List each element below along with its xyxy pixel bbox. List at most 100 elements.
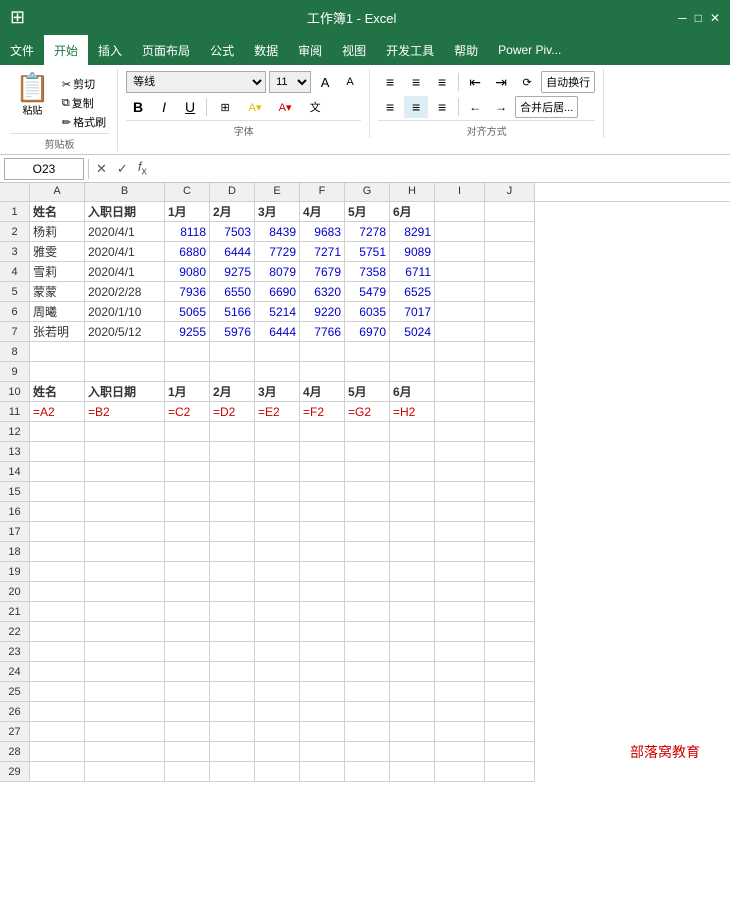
row-header[interactable]: 12 xyxy=(0,422,30,442)
col-header-b[interactable]: B xyxy=(85,183,165,201)
cell[interactable] xyxy=(210,762,255,782)
cell[interactable] xyxy=(165,342,210,362)
cell[interactable] xyxy=(390,642,435,662)
cell[interactable]: 6525 xyxy=(390,282,435,302)
cell[interactable] xyxy=(300,482,345,502)
cell[interactable]: 6444 xyxy=(255,322,300,342)
cell[interactable] xyxy=(210,482,255,502)
cell[interactable] xyxy=(485,262,535,282)
row-header[interactable]: 6 xyxy=(0,302,30,322)
cell[interactable]: 7729 xyxy=(255,242,300,262)
cell[interactable]: 5月 xyxy=(345,382,390,402)
col-header-i[interactable]: I xyxy=(435,183,485,201)
cell[interactable]: 2020/1/10 xyxy=(85,302,165,322)
cell[interactable] xyxy=(85,682,165,702)
cell[interactable] xyxy=(165,522,210,542)
formula-input[interactable] xyxy=(154,158,726,180)
row-header[interactable]: 14 xyxy=(0,462,30,482)
cell[interactable] xyxy=(300,542,345,562)
cell[interactable] xyxy=(345,642,390,662)
cell[interactable] xyxy=(255,622,300,642)
cjk-button[interactable]: 文 xyxy=(301,96,329,118)
col-header-j[interactable]: J xyxy=(485,183,535,201)
row-header[interactable]: 21 xyxy=(0,602,30,622)
cell[interactable] xyxy=(300,762,345,782)
cell[interactable] xyxy=(345,702,390,722)
col-header-h[interactable]: H xyxy=(390,183,435,201)
cell[interactable] xyxy=(85,582,165,602)
cell[interactable] xyxy=(435,342,485,362)
cell[interactable] xyxy=(300,642,345,662)
col-header-g[interactable]: G xyxy=(345,183,390,201)
align-middle-button[interactable]: ≡ xyxy=(404,71,428,93)
cell[interactable] xyxy=(85,362,165,382)
cell[interactable]: 2020/4/1 xyxy=(85,242,165,262)
cell[interactable]: =G2 xyxy=(345,402,390,422)
cell[interactable] xyxy=(255,582,300,602)
cell[interactable] xyxy=(485,362,535,382)
cell[interactable] xyxy=(435,442,485,462)
menu-item-home[interactable]: 开始 xyxy=(44,35,88,65)
cell[interactable] xyxy=(485,202,535,222)
cell[interactable]: 5166 xyxy=(210,302,255,322)
cell[interactable] xyxy=(485,762,535,782)
indent-increase-button[interactable]: ⇥ xyxy=(489,71,513,93)
cell[interactable] xyxy=(345,602,390,622)
cell[interactable]: 6550 xyxy=(210,282,255,302)
cell[interactable]: 5751 xyxy=(345,242,390,262)
cell[interactable] xyxy=(85,422,165,442)
cell[interactable]: 6711 xyxy=(390,262,435,282)
cell[interactable] xyxy=(485,282,535,302)
cell[interactable] xyxy=(390,362,435,382)
cell[interactable]: =E2 xyxy=(255,402,300,422)
cell[interactable] xyxy=(255,442,300,462)
cell[interactable] xyxy=(485,542,535,562)
cell[interactable] xyxy=(485,682,535,702)
cell[interactable] xyxy=(485,402,535,422)
cell[interactable]: 8118 xyxy=(165,222,210,242)
cell[interactable] xyxy=(300,502,345,522)
cell[interactable] xyxy=(300,582,345,602)
cell[interactable]: 4月 xyxy=(300,202,345,222)
cell[interactable] xyxy=(435,622,485,642)
cell[interactable] xyxy=(255,542,300,562)
cell[interactable] xyxy=(30,762,85,782)
cell[interactable] xyxy=(345,742,390,762)
cell[interactable] xyxy=(30,362,85,382)
row-header[interactable]: 13 xyxy=(0,442,30,462)
cell[interactable] xyxy=(210,622,255,642)
cell[interactable] xyxy=(30,522,85,542)
paste-button[interactable]: 📋 粘贴 xyxy=(10,71,55,120)
cell[interactable] xyxy=(210,722,255,742)
cell[interactable]: 周曦 xyxy=(30,302,85,322)
cell[interactable] xyxy=(435,682,485,702)
cell[interactable]: 8439 xyxy=(255,222,300,242)
row-header[interactable]: 7 xyxy=(0,322,30,342)
cell[interactable] xyxy=(255,462,300,482)
cell[interactable]: 6320 xyxy=(300,282,345,302)
col-header-d[interactable]: D xyxy=(210,183,255,201)
cell[interactable] xyxy=(255,422,300,442)
cell[interactable] xyxy=(255,362,300,382)
cell[interactable] xyxy=(255,562,300,582)
cell[interactable] xyxy=(485,722,535,742)
row-header[interactable]: 16 xyxy=(0,502,30,522)
cell[interactable] xyxy=(390,582,435,602)
cell[interactable] xyxy=(485,502,535,522)
cell[interactable]: 7679 xyxy=(300,262,345,282)
cell[interactable] xyxy=(85,742,165,762)
cell[interactable] xyxy=(255,482,300,502)
cell[interactable] xyxy=(345,442,390,462)
cell[interactable] xyxy=(485,582,535,602)
cell[interactable] xyxy=(485,562,535,582)
cell[interactable] xyxy=(390,662,435,682)
cell[interactable] xyxy=(390,762,435,782)
cell[interactable] xyxy=(30,542,85,562)
insert-function-icon[interactable]: fx xyxy=(135,159,150,178)
cell[interactable]: 2020/4/1 xyxy=(85,222,165,242)
cell[interactable] xyxy=(345,662,390,682)
cell[interactable] xyxy=(85,522,165,542)
cell[interactable] xyxy=(435,262,485,282)
cell[interactable] xyxy=(390,702,435,722)
cell[interactable] xyxy=(300,742,345,762)
